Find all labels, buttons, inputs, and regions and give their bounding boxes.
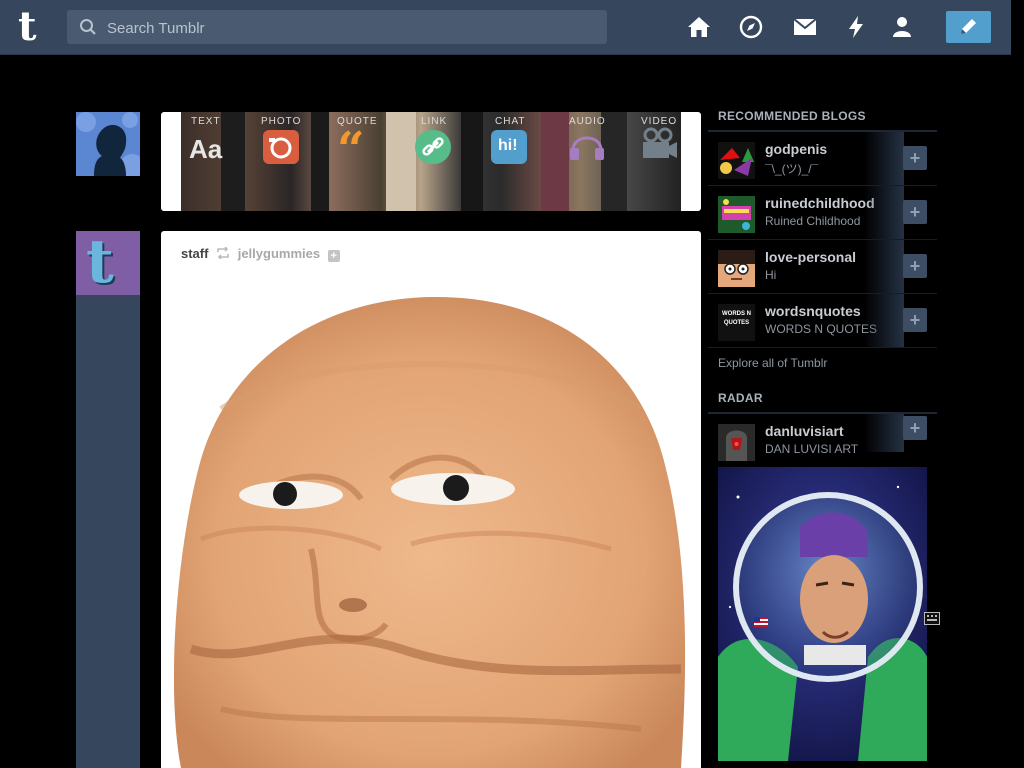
post-photo-button[interactable]: PHOTO	[259, 112, 337, 211]
radar-title: RADAR	[708, 386, 937, 414]
post-type-label: AUDIO	[569, 116, 606, 127]
home-icon[interactable]	[686, 14, 712, 40]
follow-blog-button[interactable]: +	[903, 308, 927, 332]
user-avatar[interactable]	[76, 112, 140, 176]
quote-icon: “	[337, 122, 365, 178]
blog-avatar[interactable]	[718, 250, 755, 287]
text-post-icon: Aa	[189, 134, 223, 164]
account-icon[interactable]	[889, 14, 915, 40]
explore-icon[interactable]	[738, 14, 764, 40]
recommended-blog-item[interactable]: ruinedchildhood Ruined Childhood +	[708, 186, 937, 240]
dashboard-post: staff jellygummies +	[161, 231, 701, 768]
blog-name[interactable]: godpenis	[765, 141, 827, 157]
follow-blog-button[interactable]: +	[903, 200, 927, 224]
post-audio-button[interactable]: AUDIO	[567, 112, 645, 211]
link-icon	[415, 130, 451, 164]
camera-icon	[263, 130, 299, 164]
blog-avatar[interactable]	[718, 142, 755, 179]
post-photo[interactable]	[161, 289, 701, 768]
search-icon	[80, 19, 96, 35]
blog-name[interactable]: wordsnquotes	[765, 303, 861, 319]
sidebar: RECOMMENDED BLOGS godpenis ¯\_(ツ)_/¯ + r…	[708, 104, 937, 761]
search-bar[interactable]	[67, 10, 607, 46]
recommended-blog-item[interactable]: godpenis ¯\_(ツ)_/¯ +	[708, 132, 937, 186]
blog-title: ¯\_(ツ)_/¯	[765, 162, 819, 176]
follow-blog-button[interactable]: +	[903, 254, 927, 278]
radar-post-image[interactable]	[718, 467, 927, 761]
pencil-icon	[961, 19, 976, 34]
post-chat-button[interactable]: CHAT hi!	[491, 112, 569, 211]
blog-name[interactable]: love-personal	[765, 249, 856, 265]
post-author-avatar[interactable]: t	[76, 227, 140, 297]
video-camera-icon	[643, 127, 677, 158]
post-type-label: LINK	[421, 116, 448, 127]
blog-title: WORDS N QUOTES	[765, 322, 878, 336]
blog-title: Hi	[765, 268, 777, 282]
chat-icon: hi!	[491, 130, 527, 164]
compose-button[interactable]	[946, 11, 991, 43]
follow-blog-button[interactable]: +	[903, 146, 927, 170]
recommended-blogs-title: RECOMMENDED BLOGS	[708, 104, 937, 132]
inbox-icon[interactable]	[792, 14, 818, 40]
top-navigation-bar: t	[0, 0, 1011, 55]
post-type-label: TEXT	[191, 116, 221, 127]
post-quote-button[interactable]: QUOTE “	[337, 112, 415, 211]
activity-icon[interactable]	[843, 14, 869, 40]
recommended-blog-item[interactable]: WORDS N QUOTES wordsnquotes WORDS N QUOT…	[708, 294, 937, 348]
tumblr-logo[interactable]: t	[18, 7, 50, 48]
blog-name[interactable]: danluvisiart	[765, 423, 844, 439]
blog-avatar[interactable]: WORDS N QUOTES	[718, 304, 755, 341]
headphones-icon	[570, 136, 604, 160]
blog-title: DAN LUVISI ART	[765, 442, 859, 456]
recommended-blog-item[interactable]: love-personal Hi +	[708, 240, 937, 294]
post-video-button[interactable]: VIDEO	[639, 112, 701, 211]
post-type-selector: TEXT Aa PHOTO QUOTE “ LINK CHAT hi! AUDI…	[161, 112, 701, 211]
reblog-icon	[217, 246, 229, 260]
search-input[interactable]	[105, 10, 599, 46]
blog-avatar[interactable]	[718, 196, 755, 233]
post-author-link[interactable]: staff	[181, 246, 208, 261]
post-link-button[interactable]: LINK	[415, 112, 493, 211]
post-type-label: PHOTO	[261, 116, 302, 127]
follow-blog-button[interactable]: +	[903, 416, 927, 440]
avatar-rail	[76, 295, 140, 768]
radar-blog-item[interactable]: danluvisiart DAN LUVISI ART +	[708, 414, 937, 467]
post-header: staff jellygummies +	[181, 246, 340, 262]
keyboard-shortcuts-icon[interactable]	[924, 612, 940, 625]
blog-avatar[interactable]	[718, 424, 755, 461]
post-text-button[interactable]: TEXT Aa	[181, 112, 259, 211]
post-type-label: CHAT	[495, 116, 526, 127]
blog-title: Ruined Childhood	[765, 214, 861, 228]
explore-link[interactable]: Explore all of Tumblr	[708, 348, 937, 386]
reblogged-from-link[interactable]: jellygummies	[238, 246, 320, 261]
blog-name[interactable]: ruinedchildhood	[765, 195, 875, 211]
follow-button[interactable]: +	[327, 250, 340, 262]
